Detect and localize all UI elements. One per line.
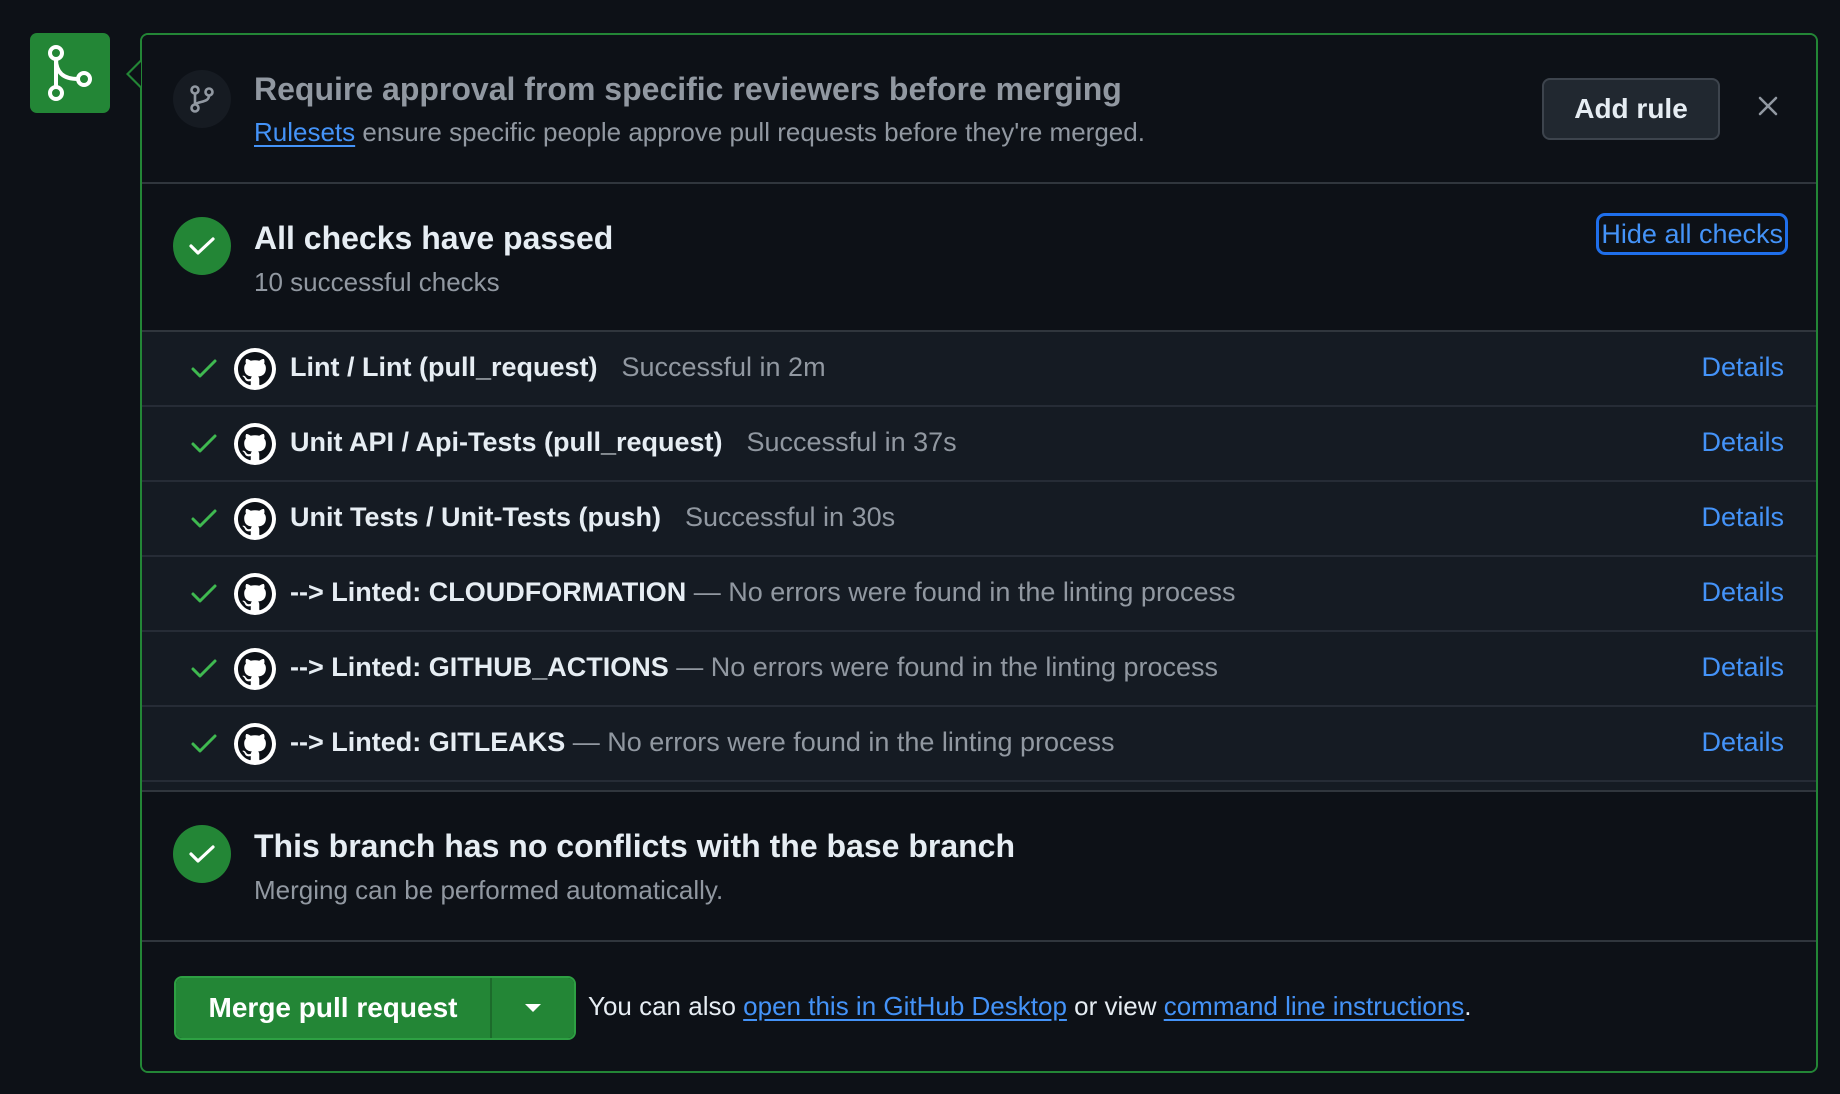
github-actions-icon	[234, 648, 276, 690]
merge-section: Merge pull request You can also open thi…	[142, 942, 1816, 1071]
ruleset-section: Require approval from specific reviewers…	[142, 35, 1816, 184]
details-link[interactable]: Details	[1701, 352, 1784, 383]
github-actions-icon	[234, 723, 276, 765]
checks-title: All checks have passed	[254, 220, 614, 256]
check-status: Successful in 2m	[621, 352, 826, 382]
check-status: Successful in 37s	[746, 427, 957, 457]
git-branch-icon	[173, 70, 231, 128]
check-row: --> Linted: CLOUDFORMATION — No errors w…	[142, 557, 1816, 632]
ruleset-description: Rulesets ensure specific people approve …	[254, 117, 1145, 147]
check-name: --> Linted: GITHUB_ACTIONS	[290, 652, 669, 682]
conflicts-subtitle: Merging can be performed automatically.	[254, 875, 724, 905]
conflicts-title: This branch has no conflicts with the ba…	[254, 828, 1016, 864]
triangle-down-icon	[525, 1004, 541, 1012]
check-row: Unit API / Api-Tests (pull_request) Succe…	[142, 407, 1816, 482]
details-link[interactable]: Details	[1701, 652, 1784, 683]
check-circle-icon	[173, 217, 231, 275]
checks-count: 10 successful checks	[254, 267, 500, 297]
check-name: --> Linted: CLOUDFORMATION	[290, 577, 687, 607]
check-circle-icon	[173, 825, 231, 883]
github-actions-icon	[234, 348, 276, 390]
check-icon	[191, 659, 217, 678]
checks-summary: All checks have passed 10 successful che…	[142, 184, 1816, 332]
details-link[interactable]: Details	[1701, 427, 1784, 458]
check-status: No errors were found in the linting proc…	[607, 727, 1115, 757]
details-link[interactable]: Details	[1701, 502, 1784, 533]
check-icon	[191, 509, 217, 528]
rulesets-link[interactable]: Rulesets	[254, 117, 355, 147]
github-desktop-link[interactable]: open this in GitHub Desktop	[743, 991, 1067, 1021]
add-rule-button[interactable]: Add rule	[1542, 78, 1720, 140]
merge-note: You can also open this in GitHub Desktop…	[588, 991, 1472, 1021]
github-actions-icon	[234, 573, 276, 615]
github-actions-icon	[234, 498, 276, 540]
git-merge-icon	[30, 33, 110, 113]
check-status: Successful in 30s	[685, 502, 896, 532]
check-row: Lint / Lint (pull_request) Successful in …	[142, 332, 1816, 407]
check-icon	[191, 434, 217, 453]
check-row: --> Linted: GITHUB_ACTIONS — No errors w…	[142, 632, 1816, 707]
details-link[interactable]: Details	[1701, 727, 1784, 758]
check-icon	[191, 584, 217, 603]
merge-button-group: Merge pull request	[174, 976, 576, 1040]
github-actions-icon	[234, 423, 276, 465]
check-status: No errors were found in the linting proc…	[710, 652, 1219, 682]
details-link[interactable]: Details	[1701, 577, 1784, 608]
conflicts-section: This branch has no conflicts with the ba…	[142, 792, 1816, 942]
check-name: Lint / Lint (pull_request)	[290, 352, 598, 382]
check-name: --> Linted: GITLEAKS	[290, 727, 566, 757]
close-icon[interactable]	[1754, 92, 1782, 120]
check-name: Unit Tests / Unit-Tests (push)	[290, 502, 661, 532]
check-icon	[191, 734, 217, 753]
check-icon	[191, 359, 217, 378]
merge-pull-request-button[interactable]: Merge pull request	[176, 978, 492, 1038]
merge-box: Require approval from specific reviewers…	[140, 33, 1818, 1073]
checks-list: Lint / Lint (pull_request) Successful in …	[142, 332, 1816, 792]
check-name: Unit API / Api-Tests (pull_request)	[290, 427, 723, 457]
command-line-link[interactable]: command line instructions	[1164, 991, 1465, 1021]
ruleset-title: Require approval from specific reviewers…	[254, 71, 1122, 107]
check-status: No errors were found in the linting proc…	[728, 577, 1236, 607]
check-row: Unit Tests / Unit-Tests (push) Successful…	[142, 482, 1816, 557]
hide-all-checks-button[interactable]: Hide all checks	[1596, 213, 1788, 255]
check-row: --> Linted: GITLEAKS — No errors were fo…	[142, 707, 1816, 782]
merge-options-dropdown[interactable]	[492, 978, 574, 1038]
